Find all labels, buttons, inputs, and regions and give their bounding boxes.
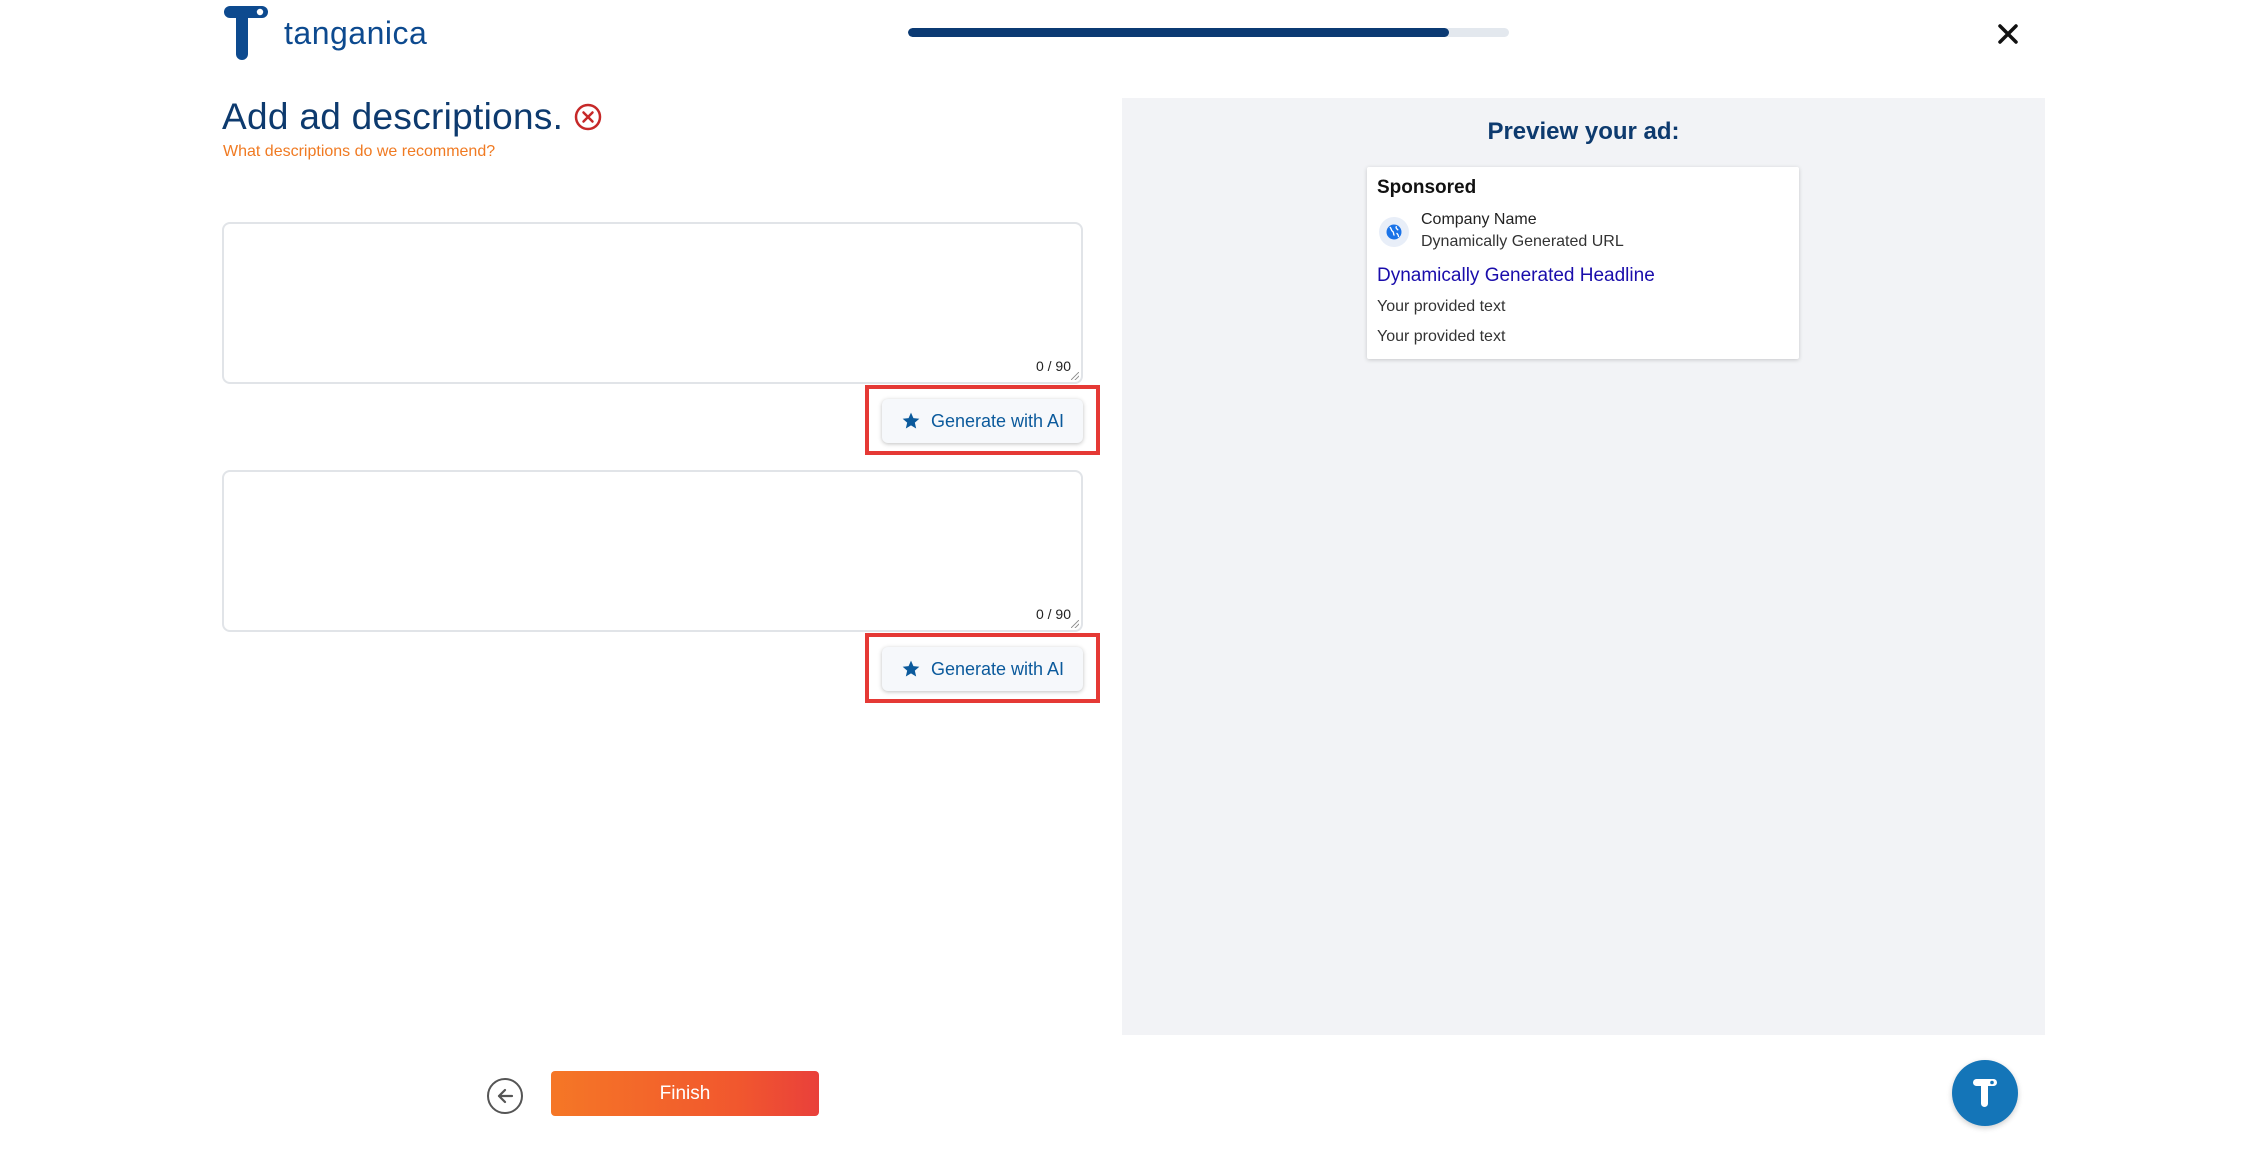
arrow-left-icon <box>497 1088 514 1104</box>
description-input-2[interactable] <box>224 472 1081 630</box>
generate-with-ai-label: Generate with AI <box>930 658 1065 679</box>
page-title: Add ad descriptions. <box>222 96 564 137</box>
brand-logo: tanganica <box>222 4 427 62</box>
close-button[interactable] <box>1990 16 2026 52</box>
ad-text-line-1: Your provided text <box>1377 298 1506 315</box>
ad-headline: Dynamically Generated Headline <box>1377 265 1655 286</box>
finish-button[interactable]: Finish <box>551 1071 819 1116</box>
ad-preview-card: Sponsored Company Name Dynamically Gener… <box>1367 167 1799 359</box>
star-icon <box>902 412 920 429</box>
description-input-1[interactable] <box>224 224 1081 382</box>
back-button[interactable] <box>487 1078 523 1114</box>
tanganica-logo-icon <box>222 4 270 62</box>
description-field-1[interactable]: 0 / 90 <box>222 222 1083 384</box>
recommend-descriptions-link[interactable]: What descriptions do we recommend? <box>223 143 495 161</box>
ad-url: Dynamically Generated URL <box>1421 233 1624 250</box>
company-name: Company Name <box>1421 211 1537 228</box>
ad-preview-panel: Preview your ad: Sponsored Company Name … <box>1122 98 2045 1035</box>
title-row: Add ad descriptions. <box>222 96 603 138</box>
generate-with-ai-button-2[interactable]: Generate with AI <box>882 647 1083 691</box>
resize-handle-icon[interactable] <box>1071 372 1079 380</box>
resize-handle-icon[interactable] <box>1071 620 1079 628</box>
progress-bar <box>908 28 1509 37</box>
tanganica-logo-icon <box>1973 1079 1997 1107</box>
generate-with-ai-button-1[interactable]: Generate with AI <box>882 399 1083 443</box>
ad-text-line-2: Your provided text <box>1377 328 1506 345</box>
progress-bar-fill <box>908 28 1449 37</box>
preview-title: Preview your ad: <box>1487 118 1680 145</box>
sponsored-label: Sponsored <box>1377 177 1477 198</box>
close-icon <box>1998 24 2018 44</box>
globe-icon <box>1379 217 1409 247</box>
circle-x-icon[interactable] <box>573 102 603 132</box>
character-counter-1: 0 / 90 <box>1035 358 1071 374</box>
help-chat-button[interactable] <box>1952 1060 2018 1126</box>
star-icon <box>902 660 920 677</box>
brand-name: tanganica <box>284 14 428 51</box>
description-field-2[interactable]: 0 / 90 <box>222 470 1083 632</box>
generate-with-ai-label: Generate with AI <box>930 410 1065 431</box>
character-counter-2: 0 / 90 <box>1035 606 1071 622</box>
